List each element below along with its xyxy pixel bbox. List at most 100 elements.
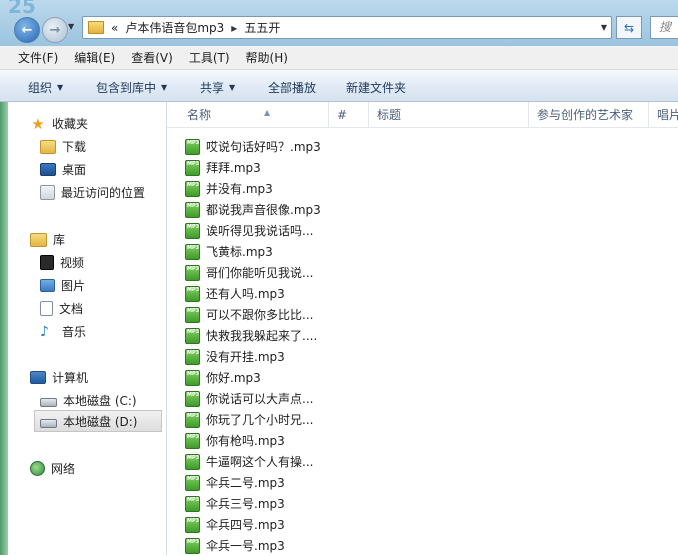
nav-pictures[interactable]: 图片: [40, 277, 85, 294]
column-number[interactable]: #: [329, 102, 369, 128]
include-in-library-label: 包含到库中: [96, 81, 157, 95]
nav-libraries[interactable]: 库: [30, 231, 65, 248]
include-in-library-button[interactable]: 包含到库中 ▼: [96, 79, 167, 96]
organize-button[interactable]: 组织 ▼: [28, 79, 63, 96]
address-bar[interactable]: « 卢本伟语音包mp3 ▸ 五五开: [82, 16, 612, 39]
chevron-down-icon: ▼: [57, 83, 64, 92]
nav-favorites[interactable]: ★ 收藏夹: [30, 115, 88, 132]
play-all-button[interactable]: 全部播放: [268, 79, 316, 96]
recent-pages-dropdown[interactable]: ▼: [68, 22, 74, 31]
music-note-icon: ♪: [40, 323, 49, 340]
file-row[interactable]: MP3 牛逼啊这个人有操...: [185, 451, 313, 472]
nav-videos[interactable]: 视频: [40, 254, 84, 271]
titlebar-decoration: 25: [8, 0, 36, 18]
nav-drive-d[interactable]: 本地磁盘 (D:): [34, 410, 162, 432]
nav-computer[interactable]: 计算机: [30, 369, 88, 386]
file-row[interactable]: MP3 快救我我躲起来了....: [185, 325, 317, 346]
nav-label: 本地磁盘 (D:): [63, 414, 138, 429]
file-name: 诶听得见我说话吗...: [206, 224, 314, 238]
file-row[interactable]: MP3 你玩了几个小时兄...: [185, 409, 313, 430]
file-name: 快救我我躲起来了....: [206, 329, 318, 343]
mp3-file-icon: MP3: [185, 138, 200, 155]
menu-view[interactable]: 查看(V): [127, 49, 177, 66]
mp3-file-icon: MP3: [185, 201, 200, 218]
nav-label: 桌面: [62, 163, 87, 177]
mp3-file-icon: MP3: [185, 411, 200, 428]
breadcrumb-segment[interactable]: 五五开: [244, 19, 280, 36]
file-row[interactable]: MP3 都说我声音很像.mp3: [185, 199, 321, 220]
menu-tools[interactable]: 工具(T): [185, 49, 234, 66]
mp3-file-icon: MP3: [185, 495, 200, 512]
breadcrumb-separator-icon[interactable]: ▸: [231, 21, 237, 35]
navigation-pane: ★ 收藏夹 下载 桌面 最近访问的位置 库 视频 图片 文档 ♪ 音乐 计算机 本地…: [0, 102, 167, 555]
column-title[interactable]: 标题: [369, 102, 529, 128]
share-button[interactable]: 共享 ▼: [200, 79, 235, 96]
nav-label: 本地磁盘 (C:): [63, 394, 137, 408]
file-row[interactable]: MP3 拜拜.mp3: [185, 157, 261, 178]
star-icon: ★: [31, 114, 45, 133]
file-row[interactable]: MP3 你说话可以大声点...: [185, 388, 313, 409]
nav-drive-c[interactable]: 本地磁盘 (C:): [40, 392, 137, 409]
file-name: 哥们你能听见我说...: [206, 266, 314, 280]
column-artist[interactable]: 参与创作的艺术家: [529, 102, 649, 128]
file-row[interactable]: MP3 还有人吗.mp3: [185, 283, 285, 304]
refresh-icon: ⇆: [623, 20, 635, 35]
file-name: 伞兵三号.mp3: [206, 497, 285, 511]
file-row[interactable]: MP3 可以不跟你多比比...: [185, 304, 313, 325]
column-name[interactable]: ▲ 名称: [179, 102, 329, 128]
play-all-label: 全部播放: [268, 81, 317, 95]
column-album[interactable]: 唱片: [649, 102, 678, 128]
desktop-icon: [40, 163, 56, 176]
refresh-button[interactable]: ⇆: [616, 16, 642, 39]
address-overflow[interactable]: «: [111, 21, 118, 35]
nav-recent-places[interactable]: 最近访问的位置: [40, 184, 145, 201]
file-name: 你说话可以大声点...: [206, 392, 314, 406]
file-row[interactable]: MP3 你好.mp3: [185, 367, 261, 388]
back-button[interactable]: ←: [14, 17, 40, 43]
mp3-file-icon: MP3: [185, 369, 200, 386]
file-name: 飞黄标.mp3: [206, 245, 273, 259]
file-row[interactable]: MP3 你有枪吗.mp3: [185, 430, 285, 451]
file-row[interactable]: MP3 伞兵四号.mp3: [185, 514, 285, 535]
chevron-down-icon: ▼: [229, 83, 236, 92]
nav-downloads[interactable]: 下载: [40, 138, 86, 155]
new-folder-label: 新建文件夹: [346, 81, 407, 95]
mp3-file-icon: MP3: [185, 306, 200, 323]
mp3-file-icon: MP3: [185, 348, 200, 365]
nav-music[interactable]: ♪ 音乐: [40, 323, 86, 340]
search-input[interactable]: 搜: [650, 16, 678, 39]
file-row[interactable]: MP3 伞兵二号.mp3: [185, 472, 285, 493]
recent-places-icon: [40, 185, 55, 200]
file-row[interactable]: MP3 并没有.mp3: [185, 178, 273, 199]
menu-help[interactable]: 帮助(H): [242, 49, 292, 66]
file-name: 伞兵四号.mp3: [206, 518, 285, 532]
nav-label: 视频: [60, 256, 85, 270]
file-name: 牛逼啊这个人有操...: [206, 455, 314, 469]
nav-label: 计算机: [52, 371, 89, 385]
file-row[interactable]: MP3 没有开挂.mp3: [185, 346, 285, 367]
file-row[interactable]: MP3 哥们你能听见我说...: [185, 262, 313, 283]
address-dropdown-button[interactable]: ▼: [595, 16, 613, 39]
file-row[interactable]: MP3 伞兵一号.mp3: [185, 535, 285, 556]
file-name: 你有枪吗.mp3: [206, 434, 285, 448]
file-row[interactable]: MP3 诶听得见我说话吗...: [185, 220, 313, 241]
file-row[interactable]: MP3 伞兵三号.mp3: [185, 493, 285, 514]
nav-network[interactable]: 网络: [30, 460, 75, 477]
breadcrumb-segment[interactable]: 卢本伟语音包mp3: [125, 19, 224, 36]
nav-desktop[interactable]: 桌面: [40, 161, 86, 178]
file-row[interactable]: MP3 飞黄标.mp3: [185, 241, 273, 262]
forward-button[interactable]: →: [42, 17, 68, 43]
new-folder-button[interactable]: 新建文件夹: [346, 79, 406, 96]
nav-label: 文档: [59, 302, 84, 316]
mp3-file-icon: MP3: [185, 453, 200, 470]
drive-icon: [40, 398, 57, 407]
pictures-icon: [40, 279, 55, 292]
nav-label: 最近访问的位置: [61, 186, 146, 200]
column-header: ▲ 名称 # 标题 参与创作的艺术家 唱片: [167, 102, 678, 128]
mp3-file-icon: MP3: [185, 222, 200, 239]
menu-edit[interactable]: 编辑(E): [70, 49, 119, 66]
nav-documents[interactable]: 文档: [40, 300, 83, 317]
file-name: 你玩了几个小时兄...: [206, 413, 314, 427]
file-row[interactable]: MP3 哎说句话好吗？.mp3: [185, 136, 321, 157]
menu-file[interactable]: 文件(F): [14, 49, 62, 66]
